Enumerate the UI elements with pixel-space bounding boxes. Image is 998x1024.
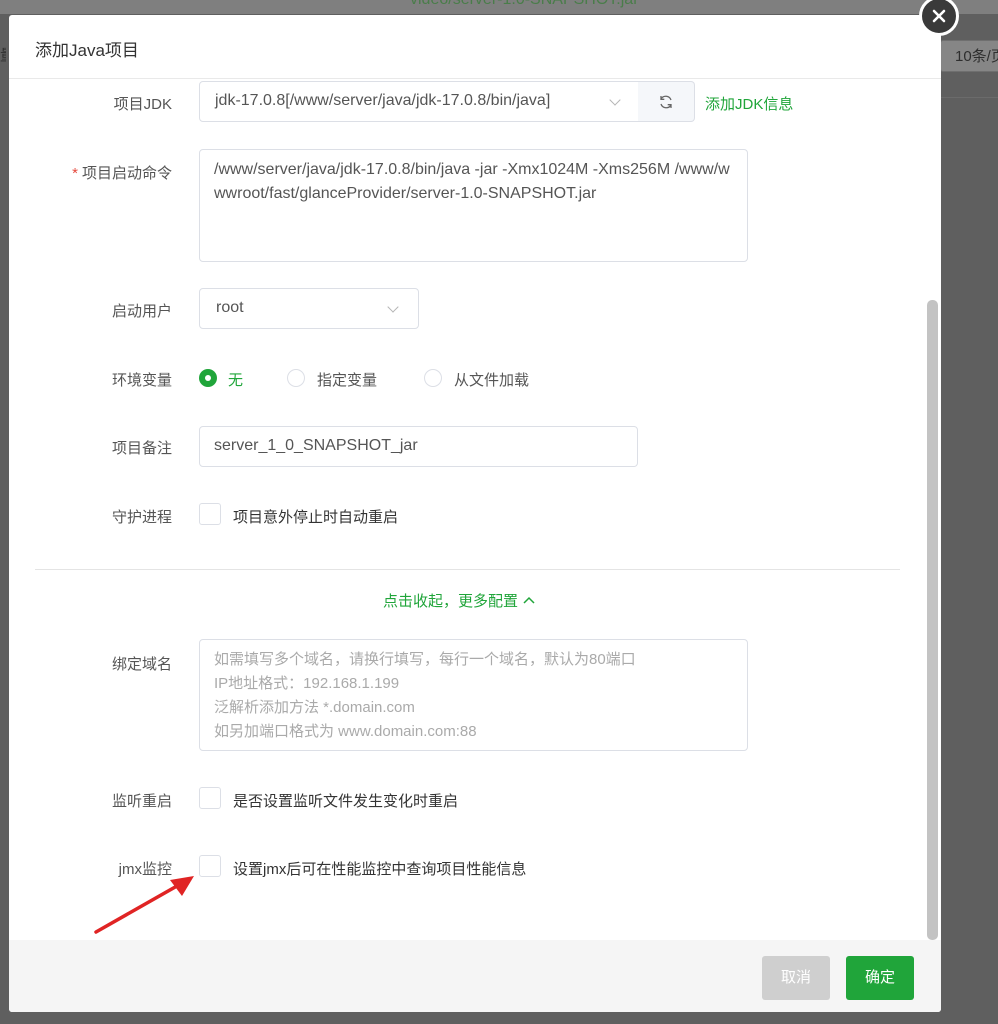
jdk-select-value: jdk-17.0.8[/www/server/java/jdk-17.0.8/b… [215, 92, 551, 109]
daemon-checkbox-label[interactable]: 项目意外停止时自动重启 [233, 506, 398, 527]
start-cmd-label: * 项目启动命令 [49, 162, 172, 183]
refresh-jdk-button[interactable] [638, 81, 695, 122]
env-label: 环境变量 [111, 372, 172, 389]
add-jdk-link[interactable]: 添加JDK信息 [705, 93, 793, 114]
daemon-checkbox[interactable] [199, 503, 221, 525]
refresh-icon [660, 95, 672, 108]
remark-label: 项目备注 [111, 440, 172, 457]
env-radio-specify-label[interactable]: 指定变量 [317, 369, 377, 390]
chevron-up-icon [523, 596, 535, 604]
start-cmd-value: /www/server/java/jdk-17.0.8/bin/java -ja… [214, 161, 730, 202]
jmx-checkbox-label[interactable]: 设置jmx后可在性能监控中查询项目性能信息 [233, 858, 526, 879]
jdk-label: 项目JDK [113, 96, 172, 113]
required-mark: * [72, 165, 78, 182]
scrollbar-thumb[interactable] [927, 300, 938, 940]
dialog-title: 添加Java项目 [35, 41, 139, 60]
confirm-button[interactable]: 确定 [846, 956, 914, 1000]
start-cmd-textarea[interactable]: /www/server/java/jdk-17.0.8/bin/java -ja… [199, 149, 748, 262]
domain-placeholder-line: 如需填写多个域名，请换行填写，每行一个域名，默认为80端口 [214, 651, 636, 668]
annotation-arrow-icon [94, 876, 194, 934]
collapse-link-text: 点击收起，更多配置 [383, 593, 519, 610]
start-user-select[interactable]: root [199, 288, 419, 329]
close-icon[interactable] [919, 0, 959, 36]
domain-placeholder-line: IP地址格式：192.168.1.199 [214, 675, 400, 692]
env-radio-specify[interactable] [287, 369, 305, 387]
background-header: video/server-1.0-SNAPSHOT.jar [0, 0, 998, 14]
domain-label: 绑定域名 [111, 656, 172, 673]
chevron-down-icon [609, 94, 621, 106]
start-user-value: root [216, 299, 244, 316]
cancel-button[interactable]: 取消 [762, 956, 830, 1000]
domain-placeholder-line: 泛解析添加方法 *.domain.com [214, 699, 415, 716]
watch-restart-checkbox[interactable] [199, 787, 221, 809]
domain-placeholder-line: 如另加端口格式为 www.domain.com:88 [214, 723, 477, 740]
watch-restart-label: 监听重启 [111, 793, 172, 810]
daemon-label: 守护进程 [111, 509, 172, 526]
env-radio-none[interactable] [199, 369, 217, 387]
dialog-footer: 取消 确定 [9, 940, 941, 1012]
domain-placeholder: 如需填写多个域名，请换行填写，每行一个域名，默认为80端口 IP地址格式：192… [214, 648, 636, 744]
domain-textarea[interactable]: 如需填写多个域名，请换行填写，每行一个域名，默认为80端口 IP地址格式：192… [199, 639, 748, 751]
remark-input[interactable]: server_1_0_SNAPSHOT_jar [199, 426, 638, 467]
background-file-name: video/server-1.0-SNAPSHOT.jar [410, 0, 639, 9]
section-divider [35, 569, 900, 570]
background-page-size-select: 10条/页 [940, 40, 998, 72]
watch-restart-checkbox-label[interactable]: 是否设置监听文件发生变化时重启 [233, 790, 458, 811]
jmx-checkbox[interactable] [199, 855, 221, 877]
collapse-more-settings-link[interactable]: 点击收起，更多配置 [383, 590, 536, 611]
start-cmd-label-text: 项目启动命令 [81, 165, 172, 182]
env-radio-file-label[interactable]: 从文件加载 [454, 369, 529, 390]
start-user-label: 启动用户 [111, 303, 172, 320]
jdk-select[interactable]: jdk-17.0.8[/www/server/java/jdk-17.0.8/b… [199, 81, 639, 122]
env-radio-file[interactable] [424, 369, 442, 387]
env-radio-none-label[interactable]: 无 [228, 369, 243, 390]
remark-value: server_1_0_SNAPSHOT_jar [214, 437, 418, 454]
background-left-text: 量 [0, 44, 6, 65]
add-java-project-dialog: 添加Java项目 项目JDK jdk-17.0.8[/www/server/ja… [9, 15, 941, 1012]
dialog-header: 添加Java项目 [9, 15, 941, 79]
background-divider [940, 97, 998, 98]
chevron-down-icon [387, 301, 399, 313]
